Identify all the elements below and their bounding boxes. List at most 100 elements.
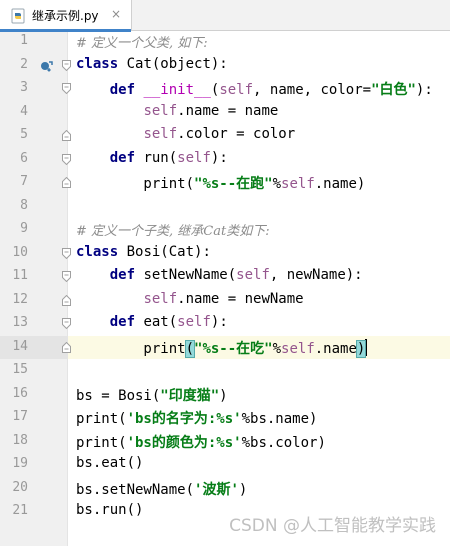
close-tab-icon[interactable]: × bbox=[111, 7, 121, 21]
code-token: setNewName( bbox=[135, 267, 237, 283]
line-number: 17 bbox=[12, 409, 28, 424]
code-line[interactable]: 5 self.color = color bbox=[0, 124, 450, 148]
code-line[interactable]: 16 bs = Bosi("印度猫") bbox=[0, 383, 450, 407]
fold-start-icon[interactable] bbox=[62, 83, 71, 94]
line-number: 5 bbox=[20, 127, 28, 142]
fold-end-icon[interactable] bbox=[62, 130, 71, 141]
fold-start-icon[interactable] bbox=[62, 247, 71, 259]
code-line[interactable]: 3 def __init__(self, name, color="白色"): bbox=[0, 77, 450, 101]
file-tab[interactable]: 继承示例.py × bbox=[0, 0, 132, 32]
code-text: self.color = color bbox=[76, 126, 295, 142]
code-token: bs = Bosi( bbox=[76, 387, 161, 404]
code-token: bs.setNewName( bbox=[76, 481, 195, 498]
line-number: 13 bbox=[12, 315, 28, 330]
code-token: print( bbox=[76, 434, 127, 451]
code-token: run( bbox=[135, 149, 178, 166]
matched-paren: ( bbox=[184, 339, 196, 358]
matched-paren: ) bbox=[355, 339, 367, 358]
code-line[interactable]: 20 bs.setNewName('波斯') bbox=[0, 477, 450, 501]
line-number: 20 bbox=[12, 479, 28, 495]
line-number: 18 bbox=[12, 432, 28, 448]
code-token: # 定义一个子类, 继承Cat类如下: bbox=[76, 224, 270, 239]
line-number: 6 bbox=[20, 150, 28, 166]
code-line[interactable]: 9 # 定义一个子类, 继承Cat类如下: bbox=[0, 218, 450, 242]
line-number: 3 bbox=[20, 80, 28, 95]
code-token: "%s--在跑" bbox=[194, 176, 273, 192]
fold-end-icon[interactable] bbox=[62, 177, 71, 188]
line-number: 1 bbox=[20, 33, 28, 48]
code-text: bs.eat() bbox=[76, 455, 143, 471]
code-token: Bosi(Cat): bbox=[118, 243, 211, 260]
code-token: print bbox=[76, 340, 186, 357]
code-line[interactable]: 7 print("%s--在跑"%self.name) bbox=[0, 171, 450, 195]
subclassed-marker-icon[interactable] bbox=[38, 58, 54, 74]
line-number: 9 bbox=[20, 221, 28, 236]
code-line[interactable]: 10 class Bosi(Cat): bbox=[0, 242, 450, 266]
code-text: def eat(self): bbox=[76, 314, 228, 330]
code-token: %bs.color) bbox=[241, 434, 326, 451]
code-text: self.name = name bbox=[76, 103, 278, 119]
code-token: class bbox=[76, 55, 119, 72]
line-number: 19 bbox=[12, 456, 28, 471]
code-token: eat( bbox=[135, 314, 178, 330]
code-line[interactable]: 2 class Cat(object): bbox=[0, 54, 450, 78]
code-text: bs.run() bbox=[76, 502, 143, 518]
fold-start-icon[interactable] bbox=[62, 59, 71, 71]
code-token: 'bs的颜色为:%s' bbox=[126, 434, 242, 451]
code-line[interactable]: 1 # 定义一个父类, 如下: bbox=[0, 30, 450, 54]
code-line[interactable]: 6 def run(self): bbox=[0, 148, 450, 172]
code-token: self bbox=[177, 149, 211, 166]
code-text: class Cat(object): bbox=[76, 56, 228, 72]
text-caret bbox=[365, 338, 368, 356]
code-text: print('bs的颜色为:%s'%bs.color) bbox=[76, 432, 326, 452]
line-number: 11 bbox=[12, 268, 28, 283]
code-line[interactable]: 13 def eat(self): bbox=[0, 312, 450, 336]
code-line[interactable]: 11 def setNewName(self, newName): bbox=[0, 265, 450, 289]
code-token: self bbox=[219, 82, 254, 98]
line-number: 8 bbox=[20, 197, 28, 213]
code-line[interactable]: 4 self.name = name bbox=[0, 101, 450, 125]
fold-end-icon[interactable] bbox=[62, 341, 71, 353]
code-text: print('bs的名字为:%s'%bs.name) bbox=[76, 408, 317, 428]
code-line[interactable]: 18 print('bs的颜色为:%s'%bs.color) bbox=[0, 430, 450, 454]
code-text: def __init__(self, name, color="白色"): bbox=[76, 79, 433, 99]
code-text: print("%s--在跑"%self.name) bbox=[76, 173, 365, 193]
code-token: ): bbox=[210, 314, 228, 330]
code-token: 'bs的名字为:%s' bbox=[126, 411, 242, 427]
line-number: 15 bbox=[12, 362, 28, 377]
code-line[interactable]: 12 self.name = newName bbox=[0, 289, 450, 313]
code-token: self bbox=[143, 126, 178, 142]
code-line[interactable]: 14 print("%s--在吃"%self.name) bbox=[0, 335, 450, 359]
code-token: .color = color bbox=[177, 126, 296, 142]
code-token: .name = newName bbox=[177, 290, 304, 307]
fold-end-icon[interactable] bbox=[62, 294, 71, 306]
code-token: % bbox=[272, 340, 282, 357]
code-token: Cat(object): bbox=[118, 55, 228, 72]
code-token: bs.run() bbox=[76, 502, 144, 518]
code-token: '波斯' bbox=[194, 481, 239, 498]
code-token: print( bbox=[76, 411, 127, 427]
editor-tab-bar: 继承示例.py × bbox=[0, 0, 450, 32]
code-line[interactable]: 8 bbox=[0, 195, 450, 219]
code-text: # 定义一个父类, 如下: bbox=[76, 32, 208, 51]
code-text: bs.setNewName('波斯') bbox=[76, 479, 247, 499]
code-token: .name) bbox=[314, 176, 366, 192]
code-token: def bbox=[109, 267, 136, 283]
code-text: class Bosi(Cat): bbox=[76, 244, 211, 260]
code-line[interactable]: 15 bbox=[0, 359, 450, 383]
fold-start-icon[interactable] bbox=[62, 153, 71, 165]
fold-start-icon[interactable] bbox=[62, 318, 71, 329]
code-line[interactable]: 19 bs.eat() bbox=[0, 453, 450, 477]
watermark: CSDN @人工智能教学实践 bbox=[229, 516, 436, 536]
code-token: ) bbox=[238, 481, 248, 498]
code-token: ): bbox=[210, 149, 228, 166]
fold-start-icon[interactable] bbox=[62, 271, 71, 282]
code-token: % bbox=[272, 176, 282, 192]
code-line[interactable]: 17 print('bs的名字为:%s'%bs.name) bbox=[0, 406, 450, 430]
line-number: 21 bbox=[12, 503, 28, 518]
line-number: 4 bbox=[20, 103, 28, 119]
code-token: self bbox=[143, 290, 178, 307]
